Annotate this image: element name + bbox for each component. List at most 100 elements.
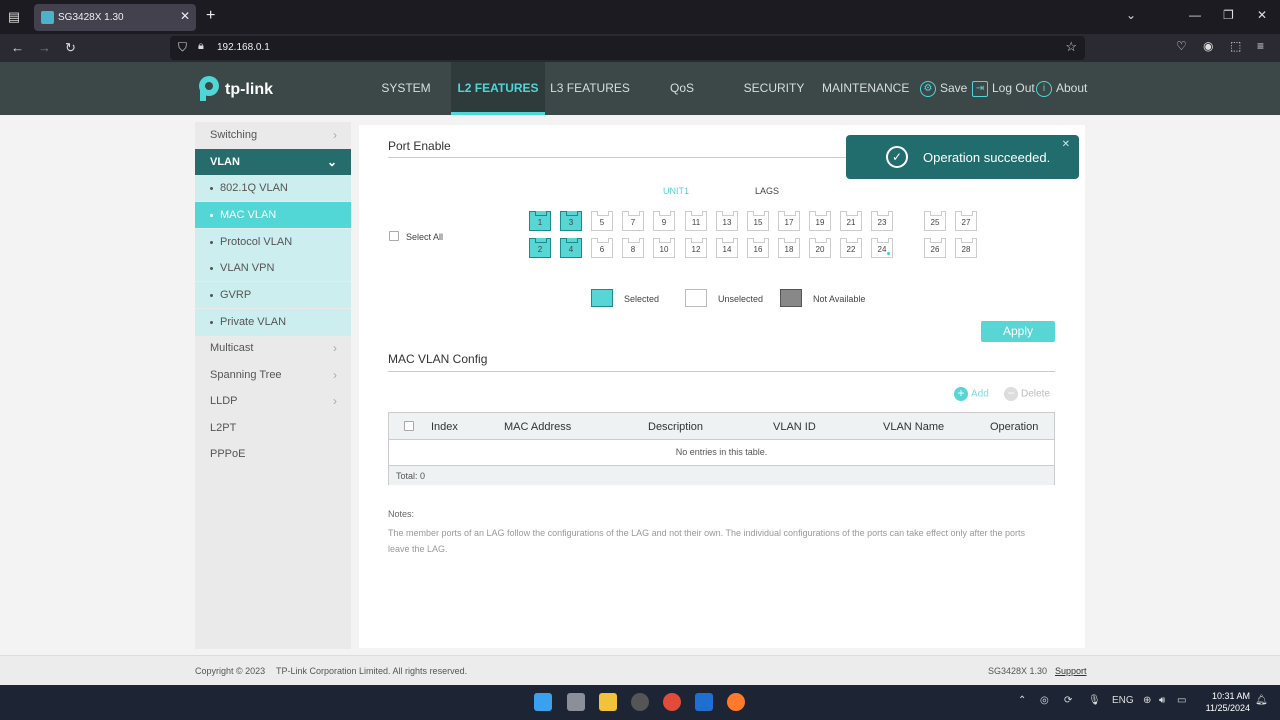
port-12[interactable]: 12: [685, 238, 707, 258]
port-2[interactable]: 2: [529, 238, 551, 258]
port-22[interactable]: 22: [840, 238, 862, 258]
start-icon[interactable]: [534, 693, 552, 711]
back-icon[interactable]: ←: [11, 40, 24, 55]
port-25[interactable]: 25: [924, 211, 946, 231]
app-icon[interactable]: [631, 693, 649, 711]
column-header[interactable]: Description: [648, 421, 703, 433]
lock-icon[interactable]: 🔒︎: [198, 40, 204, 53]
port-8[interactable]: 8: [622, 238, 644, 258]
url-text[interactable]: 192.168.0.1: [217, 42, 270, 53]
tray-app-icon[interactable]: ◎: [1040, 695, 1049, 706]
url-bar[interactable]: ⛉ 🔒︎ 192.168.0.1 ☆: [170, 36, 1085, 60]
account-icon[interactable]: ◉: [1203, 39, 1213, 53]
delete-button[interactable]: − Delete: [1004, 387, 1050, 401]
column-header[interactable]: Operation: [990, 421, 1038, 433]
support-link[interactable]: Support: [1055, 666, 1087, 676]
port-11[interactable]: 11: [685, 211, 707, 231]
port-14[interactable]: 14: [716, 238, 738, 258]
notifications-icon[interactable]: 🔔︎: [1255, 695, 1268, 706]
sidebar-item-multicast[interactable]: Multicast ›: [195, 335, 351, 361]
save-button[interactable]: ⚙ Save: [920, 81, 967, 97]
sidebar-item-protocol-vlan[interactable]: Protocol VLAN: [195, 229, 351, 255]
menu-security[interactable]: SECURITY: [740, 62, 808, 115]
bookmark-star-icon[interactable]: ☆: [1065, 39, 1077, 55]
tab-list-icon[interactable]: ▤: [6, 9, 22, 25]
extensions-icon[interactable]: ⬚: [1230, 39, 1241, 53]
forward-icon[interactable]: →: [38, 40, 51, 55]
tab-overflow-chevron-icon[interactable]: ⌄: [1126, 8, 1136, 22]
menu-icon[interactable]: ≡: [1257, 39, 1264, 53]
port-6[interactable]: 6: [591, 238, 613, 258]
sidebar-item-lldp[interactable]: LLDP ›: [195, 388, 351, 414]
sidebar-item-private-vlan[interactable]: Private VLAN: [195, 309, 351, 336]
port-10[interactable]: 10: [653, 238, 675, 258]
port-19[interactable]: 19: [809, 211, 831, 231]
select-all-checkbox[interactable]: [389, 231, 399, 241]
select-all-rows-checkbox[interactable]: [404, 421, 414, 431]
sidebar-item-8021q-vlan[interactable]: 802.1Q VLAN: [195, 175, 351, 201]
sidebar-item-pppoe[interactable]: PPPoE: [195, 441, 351, 467]
port-5[interactable]: 5: [591, 211, 613, 231]
shield-icon[interactable]: ⛉: [178, 40, 187, 55]
menu-l3-features[interactable]: L3 FEATURES: [550, 62, 630, 115]
column-header[interactable]: VLAN Name: [883, 421, 944, 433]
port-21[interactable]: 21: [840, 211, 862, 231]
menu-system[interactable]: SYSTEM: [372, 62, 440, 115]
pocket-icon[interactable]: ♡: [1176, 39, 1187, 53]
port-16[interactable]: 16: [747, 238, 769, 258]
language-indicator[interactable]: ENG: [1112, 695, 1134, 706]
clock[interactable]: 10:31 AM 11/25/2024: [1206, 690, 1250, 714]
sidebar-item-vlan[interactable]: VLAN ⌄: [195, 149, 351, 175]
network-icon[interactable]: ⊕: [1143, 695, 1151, 706]
unit-tab[interactable]: UNIT1: [663, 186, 689, 196]
browser-tab[interactable]: SG3428X 1.30 ✕: [34, 4, 196, 31]
menu-qos[interactable]: QoS: [655, 62, 709, 115]
add-button[interactable]: + Add: [954, 387, 989, 401]
window-close-icon[interactable]: ✕: [1257, 8, 1267, 22]
outlook-icon[interactable]: [695, 693, 713, 711]
port-23[interactable]: 23: [871, 211, 893, 231]
port-9[interactable]: 9: [653, 211, 675, 231]
chrome-icon[interactable]: [663, 693, 681, 711]
port-4[interactable]: 4: [560, 238, 582, 258]
port-15[interactable]: 15: [747, 211, 769, 231]
port-28[interactable]: 28: [955, 238, 977, 258]
sidebar-item-l2pt[interactable]: L2PT: [195, 415, 351, 441]
port-26[interactable]: 26: [924, 238, 946, 258]
column-header[interactable]: VLAN ID: [773, 421, 816, 433]
column-header[interactable]: Index: [431, 421, 458, 433]
port-17[interactable]: 17: [778, 211, 800, 231]
column-header[interactable]: MAC Address: [504, 421, 571, 433]
sidebar-item-mac-vlan[interactable]: MAC VLAN: [195, 202, 351, 228]
sidebar-item-vlan-vpn[interactable]: VLAN VPN: [195, 255, 351, 281]
port-7[interactable]: 7: [622, 211, 644, 231]
port-24[interactable]: 24: [871, 238, 893, 258]
apply-button[interactable]: Apply: [981, 321, 1055, 342]
port-20[interactable]: 20: [809, 238, 831, 258]
firefox-icon[interactable]: [727, 693, 745, 711]
battery-icon[interactable]: ▭: [1177, 695, 1186, 706]
toast-close-icon[interactable]: ✕: [1062, 139, 1070, 150]
menu-l2-features[interactable]: L2 FEATURES: [451, 62, 545, 115]
port-27[interactable]: 27: [955, 211, 977, 231]
menu-maintenance[interactable]: MAINTENANCE: [822, 62, 909, 115]
maximize-icon[interactable]: ❐: [1223, 8, 1234, 22]
lags-tab[interactable]: LAGS: [755, 186, 779, 196]
reload-icon[interactable]: ↻: [65, 40, 76, 56]
tab-close-icon[interactable]: ✕: [180, 9, 190, 23]
sidebar-item-spanning-tree[interactable]: Spanning Tree ›: [195, 362, 351, 388]
file-explorer-icon[interactable]: [599, 693, 617, 711]
port-18[interactable]: 18: [778, 238, 800, 258]
port-1[interactable]: 1: [529, 211, 551, 231]
sidebar-item-switching[interactable]: Switching ›: [195, 122, 351, 148]
port-13[interactable]: 13: [716, 211, 738, 231]
port-3[interactable]: 3: [560, 211, 582, 231]
microphone-icon[interactable]: 🎙︎: [1088, 695, 1101, 706]
task-view-icon[interactable]: [567, 693, 585, 711]
new-tab-icon[interactable]: +: [206, 7, 215, 25]
minimize-icon[interactable]: —: [1189, 8, 1201, 22]
sidebar-item-gvrp[interactable]: GVRP: [195, 282, 351, 308]
volume-icon[interactable]: 🔊︎: [1159, 695, 1165, 706]
tray-overflow-icon[interactable]: ⌃: [1018, 695, 1026, 706]
logout-button[interactable]: ⇥ Log Out: [972, 81, 1035, 97]
